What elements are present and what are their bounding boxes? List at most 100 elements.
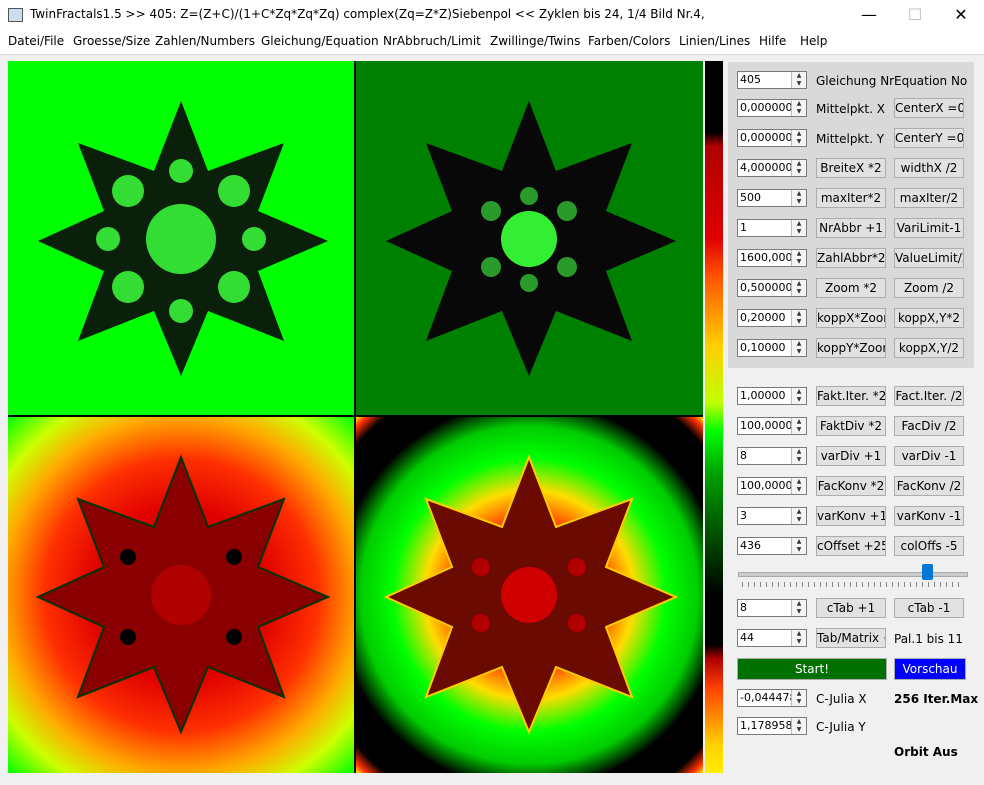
var-div-inc-button[interactable]: varDiv +1: [816, 446, 886, 466]
menu-colors[interactable]: Farben/Colors: [588, 34, 670, 48]
spinner-value: -0,044478: [740, 691, 792, 704]
spinner-arrows[interactable]: ▲ ▼: [791, 690, 806, 706]
panel-divider-vertical: [354, 61, 356, 773]
vari-limit-dec-button[interactable]: VariLimit-1: [894, 218, 964, 238]
julia-x-spinner[interactable]: -0,044478 ▲ ▼: [737, 689, 807, 707]
nr-abbr-inc-button[interactable]: NrAbbr +1: [816, 218, 886, 238]
fractal-star-top-right: [386, 101, 676, 376]
zahl-abbr-double-button[interactable]: ZahlAbbr*2: [816, 248, 886, 268]
center-y-reset-button[interactable]: CenterY =0: [894, 128, 964, 148]
spinner-arrows[interactable]: ▲ ▼: [791, 538, 806, 554]
ctab-inc-button[interactable]: cTab +1: [816, 598, 886, 618]
menu-help[interactable]: Help: [800, 34, 827, 48]
ctab-dec-button[interactable]: cTab -1: [894, 598, 964, 618]
center-x-spinner[interactable]: 0,0000000(▲▼: [737, 99, 807, 117]
var-konv-inc-button[interactable]: varKonv +1: [816, 506, 886, 526]
var-div-spinner[interactable]: 8 ▲ ▼: [737, 447, 807, 465]
tab-matrix-spinner[interactable]: 44 ▲ ▼: [737, 629, 807, 647]
fac-konv-half-button[interactable]: FacKonv /2: [894, 476, 964, 496]
spinner-arrows[interactable]: ▲ ▼: [791, 478, 806, 494]
menu-file[interactable]: Datei/File: [8, 34, 64, 48]
spinner-arrows[interactable]: ▲ ▼: [791, 100, 806, 116]
c-offset-spinner[interactable]: 436 ▲ ▼: [737, 537, 807, 555]
menu-lines[interactable]: Linien/Lines: [679, 34, 750, 48]
var-konv-spinner[interactable]: 3 ▲ ▼: [737, 507, 807, 525]
spinner-value: 0,0000000(: [740, 101, 792, 114]
fakt-iter-double-button[interactable]: Fakt.Iter. *2: [816, 386, 886, 406]
spinner-arrows[interactable]: ▲ ▼: [791, 600, 806, 616]
center-x-reset-button[interactable]: CenterX =0: [894, 98, 964, 118]
menu-limit[interactable]: NrAbbruch/Limit: [383, 34, 481, 48]
max-iter-double-button[interactable]: maxIter*2: [816, 188, 886, 208]
spinner-arrows[interactable]: ▲ ▼: [791, 160, 806, 176]
max-iter-half-button[interactable]: maxIter/2: [894, 188, 964, 208]
maximize-button[interactable]: ☐: [892, 0, 938, 30]
col-offs-dec-button[interactable]: colOffs -5: [894, 536, 964, 556]
fakt-div-double-button[interactable]: FaktDiv *2: [816, 416, 886, 436]
fakt-iter-spinner[interactable]: 1,00000 ▲ ▼: [737, 387, 807, 405]
spinner-arrows[interactable]: ▲ ▼: [791, 340, 806, 356]
menu-numbers[interactable]: Zahlen/Numbers: [155, 34, 255, 48]
menu-size[interactable]: Groesse/Size: [73, 34, 150, 48]
kopp-xy-half-button[interactable]: koppX,Y/2: [894, 338, 964, 358]
spinner-value: 4,0000000: [740, 161, 792, 174]
width-x-spinner[interactable]: 4,0000000▲▼: [737, 159, 807, 177]
spinner-arrows[interactable]: ▲ ▼: [791, 190, 806, 206]
julia-y-spinner[interactable]: 1,1789581▲▼: [737, 717, 807, 735]
zoom-double-button[interactable]: Zoom *2: [816, 278, 886, 298]
color-offset-slider-track[interactable]: [738, 572, 968, 577]
fact-iter-half-button[interactable]: Fact.Iter. /2: [894, 386, 964, 406]
close-button[interactable]: ✕: [938, 0, 984, 30]
spinner-arrows[interactable]: ▲ ▼: [791, 508, 806, 524]
width-x-half-button[interactable]: widthX /2: [894, 158, 964, 178]
ctab-spinner[interactable]: 8 ▲ ▼: [737, 599, 807, 617]
kopp-y-zoom-button[interactable]: koppY*Zoom: [816, 338, 886, 358]
kopp-xy-double-button[interactable]: koppX,Y*2: [894, 308, 964, 328]
color-offset-slider-thumb[interactable]: [922, 564, 933, 580]
spinner-value: 1,1789581: [740, 719, 792, 732]
fac-konv-spinner[interactable]: 100,00000▲▼: [737, 477, 807, 495]
kopp-y-spinner[interactable]: 0,10000 ▲ ▼: [737, 339, 807, 357]
var-konv-dec-button[interactable]: varKonv -1: [894, 506, 964, 526]
spinner-arrows[interactable]: ▲ ▼: [791, 448, 806, 464]
menu-equation[interactable]: Gleichung/Equation: [261, 34, 379, 48]
preview-button[interactable]: Vorschau: [894, 658, 966, 680]
center-y-spinner[interactable]: 0,0000000(▲▼: [737, 129, 807, 147]
zoom-spinner[interactable]: 0,5000000▲▼: [737, 279, 807, 297]
spinner-arrows[interactable]: ▲ ▼: [791, 310, 806, 326]
tab-matrix-inc-button[interactable]: Tab/Matrix +: [816, 628, 886, 648]
fac-konv-double-button[interactable]: FacKonv *2: [816, 476, 886, 496]
spinner-value: 405: [740, 73, 761, 86]
zahl-abbr-spinner[interactable]: 1600,0000▲▼: [737, 249, 807, 267]
menu-hilfe[interactable]: Hilfe: [759, 34, 786, 48]
spinner-arrows[interactable]: ▲ ▼: [791, 130, 806, 146]
c-offset-inc-button[interactable]: cOffset +25: [816, 536, 886, 556]
fakt-div-spinner[interactable]: 100,00000▲▼: [737, 417, 807, 435]
nr-abbr-spinner[interactable]: 1 ▲ ▼: [737, 219, 807, 237]
spinner-arrows[interactable]: ▲ ▼: [791, 250, 806, 266]
spinner-arrows[interactable]: ▲ ▼: [791, 220, 806, 236]
spinner-arrows[interactable]: ▲ ▼: [791, 72, 806, 88]
zoom-half-button[interactable]: Zoom /2: [894, 278, 964, 298]
spinner-arrows[interactable]: ▲ ▼: [791, 418, 806, 434]
fractal-star-bottom-right: [383, 454, 679, 735]
start-button[interactable]: Start!: [737, 658, 887, 680]
spinner-arrows[interactable]: ▲ ▼: [791, 630, 806, 646]
iter-max-label: 256 Iter.Max: [894, 692, 979, 706]
kopp-x-zoom-button[interactable]: koppX*Zoom: [816, 308, 886, 328]
kopp-x-spinner[interactable]: 0,20000 ▲ ▼: [737, 309, 807, 327]
spinner-arrows[interactable]: ▲ ▼: [791, 718, 806, 734]
equation-number-spinner[interactable]: 405 ▲ ▼: [737, 71, 807, 89]
max-iter-spinner[interactable]: 500 ▲ ▼: [737, 189, 807, 207]
spinner-value: 1: [740, 221, 747, 234]
menu-twins[interactable]: Zwillinge/Twins: [490, 34, 580, 48]
var-div-dec-button[interactable]: varDiv -1: [894, 446, 964, 466]
value-limit-half-button[interactable]: ValueLimit/2: [894, 248, 964, 268]
spinner-arrows[interactable]: ▲ ▼: [791, 280, 806, 296]
minimize-button[interactable]: —: [846, 0, 892, 30]
width-x-double-button[interactable]: BreiteX *2: [816, 158, 886, 178]
spinner-arrows[interactable]: ▲ ▼: [791, 388, 806, 404]
fac-div-half-button[interactable]: FacDiv /2: [894, 416, 964, 436]
julia-x-label: C-Julia X: [816, 692, 867, 706]
fractal-panel-bottom-left: [8, 417, 354, 773]
